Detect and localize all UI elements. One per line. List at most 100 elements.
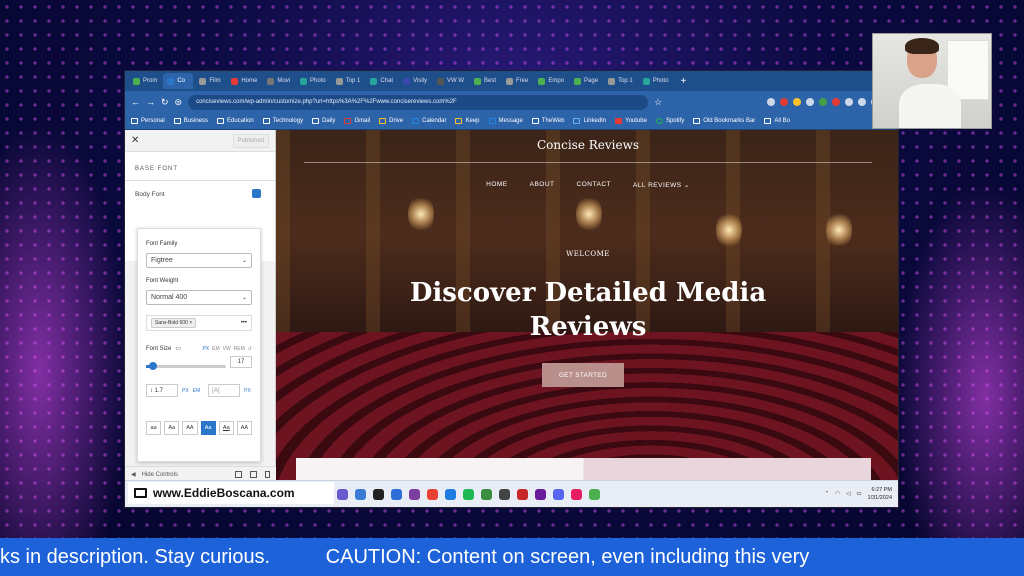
browser-tab[interactable]: VW W bbox=[433, 73, 468, 89]
tablet-icon[interactable] bbox=[250, 471, 257, 478]
line-height-input[interactable]: ↕ 1.7 bbox=[146, 384, 178, 397]
browser-tab[interactable]: Top 1 bbox=[604, 73, 637, 89]
unit-vw[interactable]: VW bbox=[223, 346, 231, 352]
taskbar-app-icon[interactable] bbox=[517, 488, 528, 500]
browser-tab[interactable]: Photo bbox=[639, 73, 673, 89]
unit-rem[interactable]: REM bbox=[234, 346, 245, 352]
case-small-caps[interactable]: AA bbox=[236, 421, 253, 435]
variant-chip[interactable]: Sans-Bold 600 × bbox=[151, 318, 197, 328]
taskbar-app-icon[interactable] bbox=[445, 488, 456, 500]
case-underline[interactable]: Aa bbox=[218, 421, 234, 435]
get-started-button[interactable]: GET STARTED bbox=[542, 363, 624, 387]
extension-icon[interactable] bbox=[806, 98, 814, 106]
puzzle-icon[interactable] bbox=[858, 98, 866, 106]
mobile-icon[interactable] bbox=[265, 471, 270, 478]
volume-icon[interactable]: ◁ bbox=[846, 491, 850, 497]
line-height-unit-em[interactable]: EM bbox=[193, 388, 201, 394]
taskbar-app-icon[interactable] bbox=[337, 488, 348, 500]
case-capitalize[interactable]: Aa bbox=[164, 421, 180, 435]
new-tab-button[interactable]: + bbox=[674, 76, 692, 87]
back-icon[interactable]: ← bbox=[131, 97, 140, 107]
font-size-input[interactable]: 17 bbox=[230, 356, 252, 368]
letter-spacing-unit[interactable]: PX bbox=[244, 388, 251, 394]
browser-tab[interactable]: Free bbox=[502, 73, 532, 89]
taskbar-app-icon[interactable] bbox=[373, 488, 384, 500]
line-height-unit-px[interactable]: PX bbox=[182, 388, 189, 394]
bookmark-item[interactable]: All Bo bbox=[764, 118, 790, 124]
browser-tab[interactable]: Top 1 bbox=[332, 73, 365, 89]
extension-icon[interactable] bbox=[780, 98, 788, 106]
bookmark-item[interactable]: Youtube bbox=[615, 118, 647, 124]
bookmark-item[interactable]: Spotify bbox=[655, 118, 684, 124]
wifi-icon[interactable]: ◠ bbox=[835, 491, 840, 497]
nav-contact[interactable]: CONTACT bbox=[577, 181, 611, 189]
taskbar-clock[interactable]: 6:27 PM 1/31/2024 bbox=[868, 486, 892, 502]
bookmark-item[interactable]: Gmail bbox=[344, 118, 370, 124]
letter-spacing-input[interactable]: [A] bbox=[208, 384, 241, 397]
bookmark-star-icon[interactable]: ☆ bbox=[654, 97, 662, 108]
taskbar-app-icon[interactable] bbox=[355, 488, 366, 500]
extension-icon[interactable] bbox=[767, 98, 775, 106]
extension-icon[interactable] bbox=[793, 98, 801, 106]
reload-icon[interactable]: ↻ bbox=[161, 97, 169, 108]
battery-icon[interactable]: ▭ bbox=[856, 491, 861, 497]
bookmark-item[interactable]: Technology bbox=[262, 118, 303, 124]
taskbar-app-icon[interactable] bbox=[553, 488, 564, 500]
site-info-icon[interactable]: ⊜ bbox=[175, 97, 183, 108]
chevron-up-icon[interactable]: ⌃ bbox=[825, 491, 830, 497]
browser-tab[interactable]: Photo bbox=[296, 73, 330, 89]
bookmark-item[interactable]: Message bbox=[488, 118, 523, 124]
nav-about[interactable]: ABOUT bbox=[530, 181, 555, 189]
browser-tab[interactable]: Empo bbox=[534, 73, 568, 89]
font-size-slider[interactable] bbox=[146, 361, 226, 370]
browser-tab[interactable]: Home bbox=[227, 73, 261, 89]
bookmark-item[interactable]: LinkedIn bbox=[573, 118, 606, 124]
browser-tab[interactable]: Film bbox=[195, 73, 225, 89]
nav-home[interactable]: HOME bbox=[486, 181, 508, 189]
extension-icon[interactable] bbox=[819, 98, 827, 106]
browser-tab[interactable]: Visily bbox=[399, 73, 431, 89]
close-customizer-button[interactable]: ✕ bbox=[131, 135, 139, 146]
site-title[interactable]: Concise Reviews bbox=[276, 138, 898, 152]
remove-chip-icon[interactable]: × bbox=[189, 320, 192, 326]
browser-tab[interactable]: Chat bbox=[366, 73, 397, 89]
hide-controls-button[interactable]: Hide Controls bbox=[142, 472, 178, 478]
browser-tab[interactable]: Best bbox=[470, 73, 500, 89]
bookmark-item[interactable]: Education bbox=[217, 118, 254, 124]
hide-controls-icon[interactable]: ◀ bbox=[131, 471, 136, 478]
published-button[interactable]: Published bbox=[232, 133, 269, 148]
desktop-icon[interactable] bbox=[235, 471, 242, 478]
browser-tab[interactable]: Page bbox=[570, 73, 602, 89]
taskbar-app-icon[interactable] bbox=[571, 488, 582, 500]
device-monitor-icon[interactable]: ▭ bbox=[175, 345, 181, 352]
browser-tab-active[interactable]: Co bbox=[163, 73, 194, 89]
taskbar-app-icon[interactable] bbox=[589, 488, 600, 500]
extension-icon[interactable] bbox=[832, 98, 840, 106]
bookmark-item[interactable]: TheWeb bbox=[531, 118, 564, 124]
url-input[interactable]: conciseviews.com/wp-admin/customize.php?… bbox=[188, 94, 649, 110]
bookmark-item[interactable]: Old Bookmarks Bar bbox=[693, 118, 755, 124]
case-uppercase[interactable]: AA bbox=[182, 421, 198, 435]
font-settings-toggle-icon[interactable] bbox=[252, 189, 261, 198]
font-family-select[interactable]: Figtree ⌄ bbox=[146, 253, 252, 268]
unit-px[interactable]: PX bbox=[202, 346, 209, 352]
taskbar-app-icon[interactable] bbox=[463, 488, 474, 500]
bookmark-item[interactable]: Calendar bbox=[412, 118, 446, 124]
nav-all-reviews[interactable]: ALL REVIEWS ⌄ bbox=[633, 181, 690, 189]
bookmark-item[interactable]: Personal bbox=[131, 118, 165, 124]
taskbar-app-icon[interactable] bbox=[535, 488, 546, 500]
bookmark-item[interactable]: Keep bbox=[455, 118, 480, 124]
case-normal-selected[interactable]: Aa bbox=[200, 421, 216, 435]
font-weight-select[interactable]: Normal 400 ⌄ bbox=[146, 290, 252, 305]
unit-em[interactable]: EM bbox=[212, 346, 220, 352]
bookmark-item[interactable]: Business bbox=[173, 118, 208, 124]
taskbar-app-icon[interactable] bbox=[391, 488, 402, 500]
browser-tab[interactable]: Prom bbox=[129, 73, 161, 89]
bookmark-item[interactable]: Drive bbox=[379, 118, 403, 124]
forward-icon[interactable]: → bbox=[146, 97, 155, 107]
font-variants-field[interactable]: Sans-Bold 600 × ••• bbox=[146, 315, 252, 331]
taskbar-app-icon[interactable] bbox=[481, 488, 492, 500]
bookmark-item[interactable]: Daily bbox=[312, 118, 335, 124]
slider-handle[interactable] bbox=[149, 361, 157, 370]
more-options-icon[interactable]: ••• bbox=[241, 320, 247, 326]
